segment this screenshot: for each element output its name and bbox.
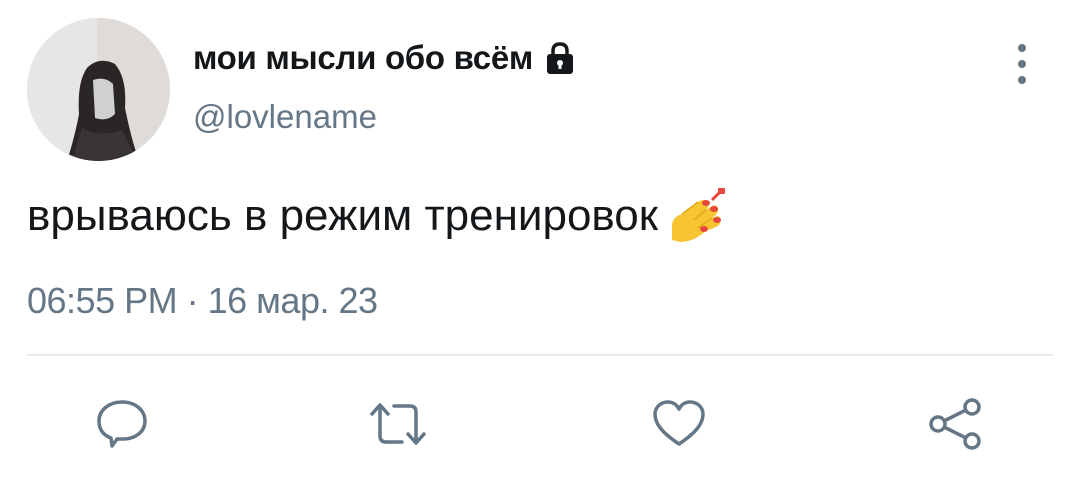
retweet-button[interactable]: [366, 392, 430, 456]
menu-dot: [1018, 44, 1026, 52]
menu-dot: [1018, 76, 1026, 84]
tweet-time: 06:55 PM: [27, 280, 178, 321]
tweet-text: врываюсь в режим тренировок: [27, 191, 659, 240]
share-button[interactable]: [924, 392, 988, 456]
tweet-date: 16 мар. 23: [207, 280, 378, 321]
avatar[interactable]: [27, 18, 170, 161]
more-vertical-icon[interactable]: [1007, 44, 1037, 84]
divider: [27, 354, 1053, 356]
lock-icon: [541, 39, 579, 77]
menu-dot: [1018, 60, 1026, 68]
tweet-timestamp[interactable]: 06:55 PM · 16 мар. 23: [27, 280, 378, 322]
retweet-icon: [370, 403, 426, 445]
share-icon: [929, 398, 981, 450]
tweet-text-row: врываюсь в режим тренировок: [27, 188, 726, 244]
display-name[interactable]: мои мысли обо всём: [193, 39, 533, 77]
meta-separator: ·: [186, 280, 199, 321]
avatar-photo: [27, 18, 170, 161]
comment-icon: [97, 400, 147, 448]
like-button[interactable]: [647, 392, 711, 456]
nail-polish-emoji: [668, 188, 726, 244]
reply-button[interactable]: [90, 392, 154, 456]
heart-icon: [653, 400, 705, 446]
author-name-row[interactable]: мои мысли обо всём: [193, 36, 579, 80]
author-handle[interactable]: @lovlename: [193, 98, 377, 136]
